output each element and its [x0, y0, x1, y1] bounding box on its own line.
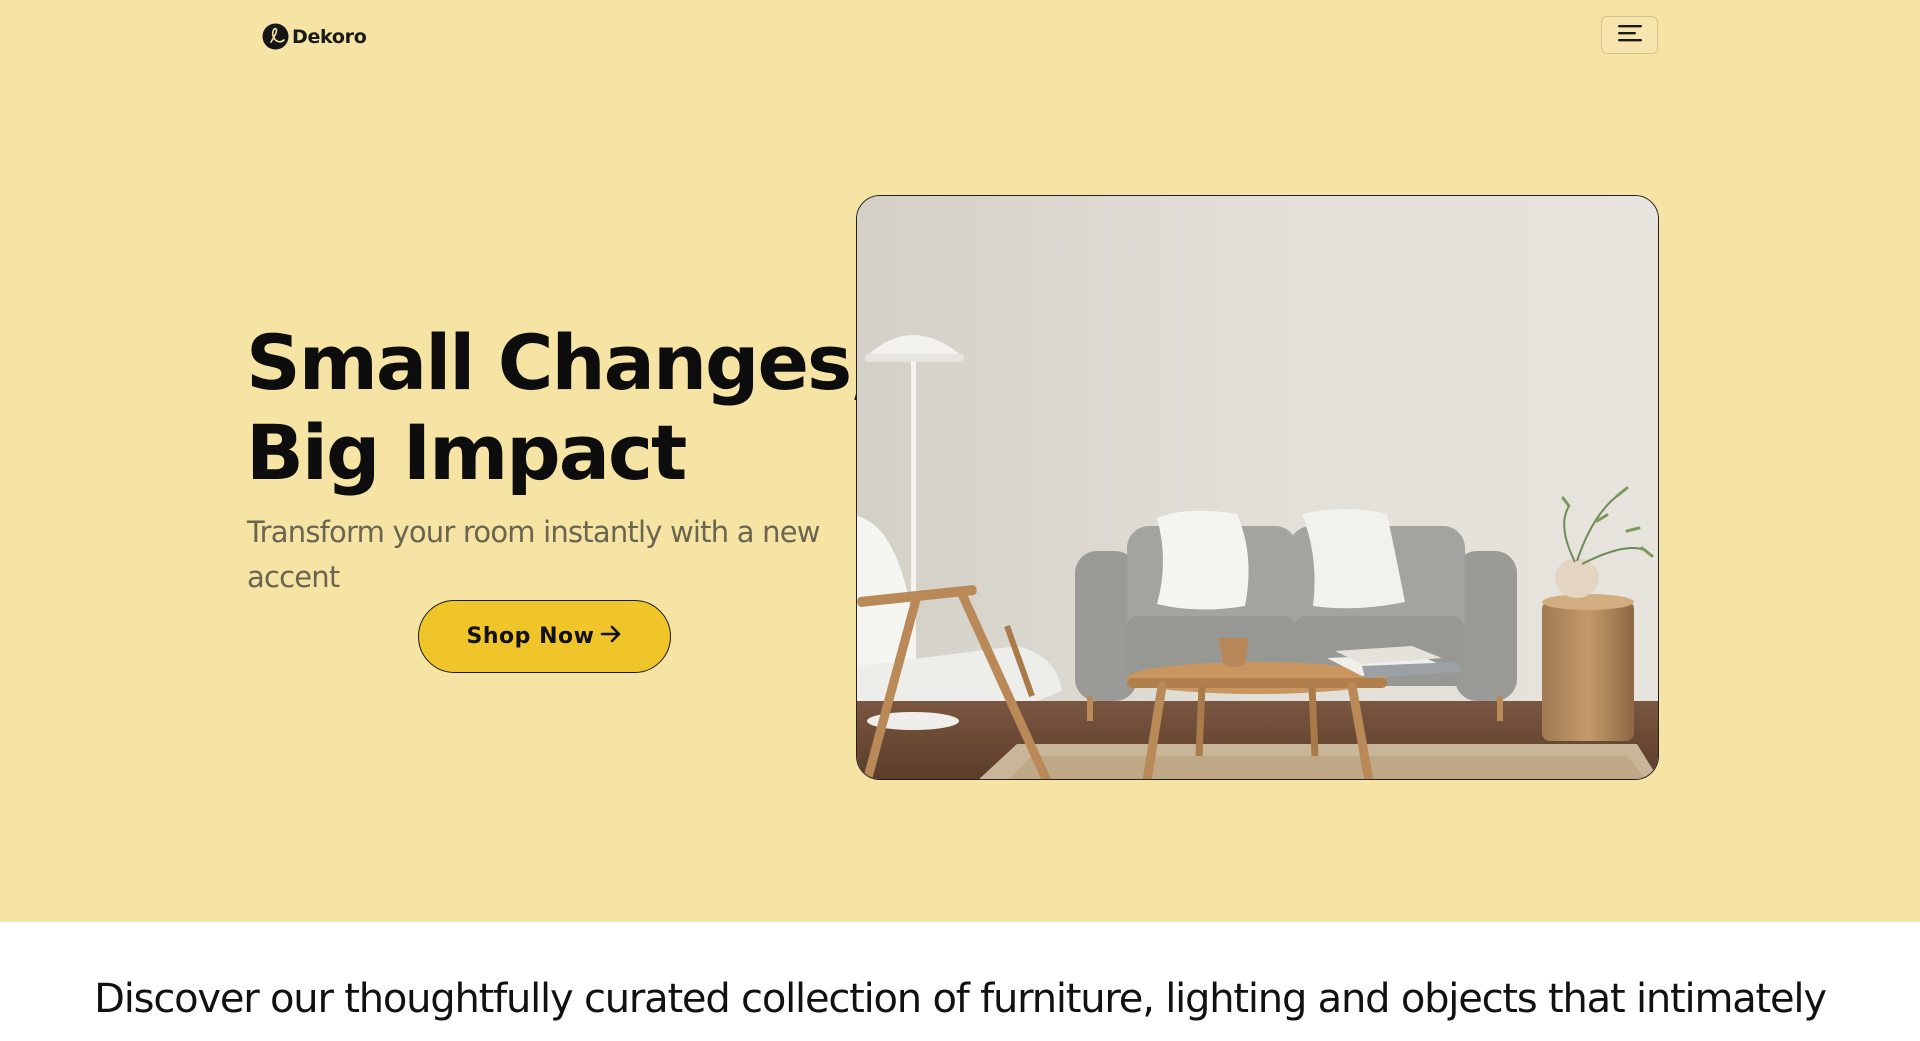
dekoro-logo-icon	[262, 23, 289, 50]
headline-line-1: Small Changes,	[246, 318, 879, 407]
brand-logo[interactable]: Dekoro	[262, 23, 367, 50]
hero-section: Dekoro Small Changes, Big Impact Transfo…	[0, 0, 1920, 922]
headline-line-2: Big Impact	[246, 408, 687, 497]
brand-name: Dekoro	[292, 25, 367, 48]
hero-subtext: Transform your room instantly with a new…	[247, 515, 820, 594]
menu-button[interactable]	[1601, 16, 1658, 54]
intro-tagline: Discover our thoughtfully curated collec…	[94, 976, 1827, 1022]
living-room-sofa-photo	[856, 195, 1659, 780]
hamburger-menu-icon	[1617, 23, 1643, 48]
shop-now-button[interactable]: Shop Now	[418, 600, 671, 673]
shop-now-label: Shop Now	[466, 624, 595, 649]
arrow-right-icon	[600, 625, 622, 648]
hero-headline: Small Changes, Big Impact	[246, 318, 879, 498]
